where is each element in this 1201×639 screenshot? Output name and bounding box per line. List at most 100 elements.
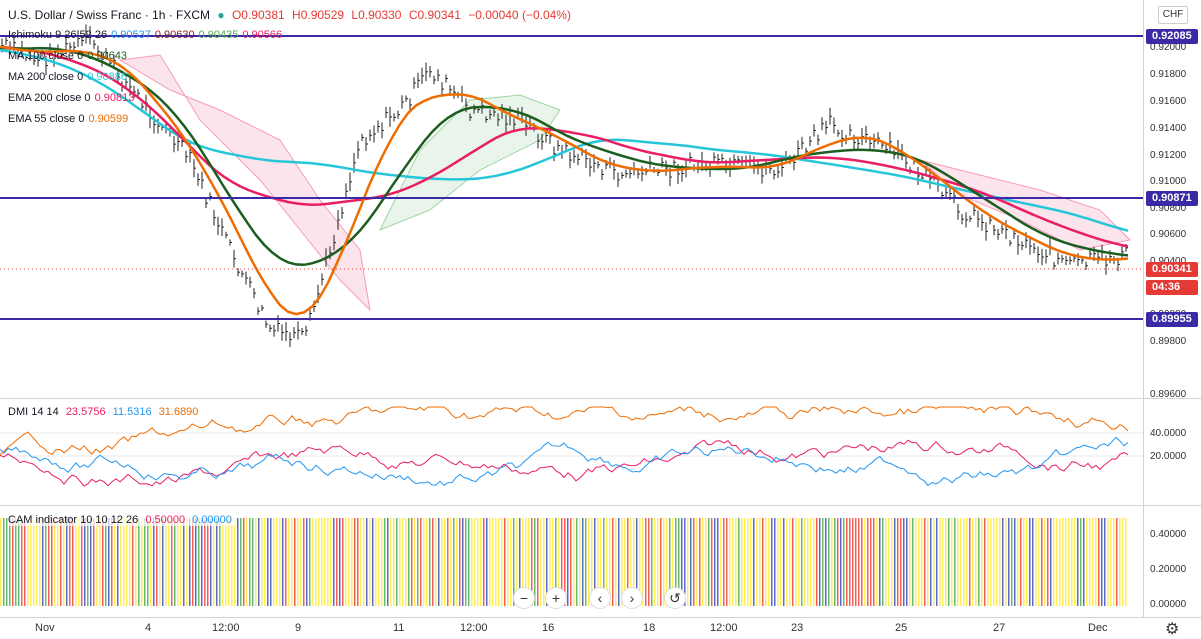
cam-bar <box>876 518 878 606</box>
market-status-dot: ● <box>217 8 225 22</box>
indicator-value: 0.90435 <box>198 29 239 41</box>
reset-chart-button[interactable]: ↺ <box>664 587 686 609</box>
cam-bar <box>264 518 266 606</box>
price-chart[interactable] <box>0 0 1143 398</box>
cam-bar <box>105 518 107 606</box>
cam-bar <box>855 518 857 606</box>
cam-bar <box>144 518 146 606</box>
cam-bar <box>117 518 119 606</box>
cam-bar <box>1038 518 1040 606</box>
cam-bar <box>66 518 68 606</box>
dmi-adx-value: 31.6890 <box>158 406 199 418</box>
cam-bar <box>825 518 827 606</box>
cam-bar <box>963 518 965 606</box>
cam-bar <box>657 518 659 606</box>
cam-bar <box>54 518 56 606</box>
cam-bar <box>81 518 83 606</box>
cam-bar <box>330 518 332 606</box>
cam-bar <box>294 518 296 606</box>
cam-bar <box>306 518 308 606</box>
cam-bar <box>399 518 401 606</box>
cam-bar <box>1008 518 1010 606</box>
cam-bar <box>186 518 188 606</box>
indicator-name: Ichimoku 9 26 52 26 <box>8 29 108 41</box>
time-label: Dec <box>1088 622 1108 634</box>
cam-bar <box>1005 518 1007 606</box>
time-label: 12:00 <box>710 622 738 634</box>
price-axis-divider <box>1143 0 1144 617</box>
cam-bar <box>1101 518 1103 606</box>
cam-bar <box>45 518 47 606</box>
cam-bar <box>1023 518 1025 606</box>
settings-gear-icon[interactable]: ⚙ <box>1165 619 1179 639</box>
cam-bar <box>879 518 881 606</box>
cam-bar <box>378 518 380 606</box>
ohlc-open: O0.90381 <box>231 8 285 22</box>
dmi-plus-line <box>0 439 1129 487</box>
cam-bar <box>900 518 902 606</box>
zoom-out-button[interactable]: − <box>513 587 535 609</box>
cam-bar <box>171 518 173 606</box>
price-tick: 0.89800 <box>1150 336 1187 347</box>
cam-bar <box>36 518 38 606</box>
cam-bar <box>249 518 251 606</box>
main-price-pane[interactable] <box>0 0 1143 398</box>
cam-bar <box>1071 518 1073 606</box>
cam-bar <box>699 518 701 606</box>
cam-bar <box>276 518 278 606</box>
symbol-title[interactable]: U.S. Dollar / Swiss Franc · 1h · FXCM <box>8 8 210 22</box>
cam-bar <box>534 518 536 606</box>
cam-bar <box>60 518 62 606</box>
indicator-legend-row[interactable]: EMA 200 close 0 0.90813 <box>8 92 138 104</box>
cam-bar <box>375 518 377 606</box>
cam-bar <box>477 518 479 606</box>
indicator-legend-row[interactable]: MA 100 close 0 0.90643 <box>8 50 131 62</box>
dmi-tick-20: 20.0000 <box>1150 451 1187 462</box>
scroll-left-button[interactable]: ‹ <box>589 587 611 609</box>
scroll-right-button[interactable]: › <box>621 587 643 609</box>
cam-bar <box>324 518 326 606</box>
cam-bar <box>726 518 728 606</box>
time-label: 4 <box>145 622 152 634</box>
cam-bar <box>423 518 425 606</box>
cam-bar <box>426 518 428 606</box>
cam-bar <box>795 518 797 606</box>
cam-bar <box>1053 518 1055 606</box>
cam-bar <box>255 518 257 606</box>
cam-bar <box>273 518 275 606</box>
cam-bar <box>846 518 848 606</box>
cam-bar <box>720 518 722 606</box>
cam-bar <box>225 518 227 606</box>
cam-bar <box>804 518 806 606</box>
indicator-legend-row[interactable]: MA 200 close 0 0.90886 <box>8 71 131 83</box>
price-tag: 0.92085 <box>1146 29 1198 44</box>
time-label: Nov <box>35 622 55 634</box>
cam-bar <box>246 518 248 606</box>
cam-bar <box>999 518 1001 606</box>
cam-bar <box>390 518 392 606</box>
cam-bar <box>216 518 218 606</box>
cam-bar <box>447 518 449 606</box>
cam-bar <box>153 518 155 606</box>
cam-bar <box>1080 518 1082 606</box>
cam-bar <box>15 518 17 606</box>
ohlc-change: −0.00040 (−0.04%) <box>468 8 571 22</box>
currency-badge[interactable]: CHF <box>1158 6 1188 24</box>
cam-bar <box>924 518 926 606</box>
cam-bar <box>300 518 302 606</box>
cam-bar <box>33 518 35 606</box>
cam-bar <box>984 518 986 606</box>
indicator-legend-row[interactable]: EMA 55 close 0 0.90599 <box>8 113 132 125</box>
cam-bar <box>57 518 59 606</box>
zoom-in-button[interactable]: + <box>545 587 567 609</box>
price-tag: 0.89955 <box>1146 312 1198 327</box>
ohlc-high: H0.90529 <box>292 8 345 22</box>
cam-bar <box>195 518 197 606</box>
cam-bar <box>927 518 929 606</box>
indicator-legend-row[interactable]: Ichimoku 9 26 52 26 0.90537 0.90630 0.90435… <box>8 29 286 41</box>
cam-bar <box>111 518 113 606</box>
cam-bar <box>99 518 101 606</box>
cam-bar <box>126 518 128 606</box>
countdown-tag: 04:36 <box>1146 280 1198 295</box>
cam-bar <box>1116 518 1118 606</box>
